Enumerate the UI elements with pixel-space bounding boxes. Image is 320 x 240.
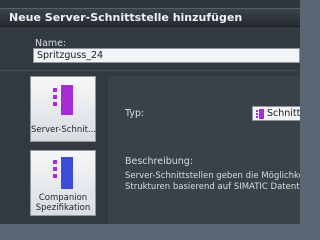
server-interface-label: Server-Schnit...	[31, 125, 97, 135]
divider	[0, 70, 300, 71]
details-pane: Typ: Schnittstelle Beschreibung: Server-…	[108, 76, 300, 224]
type-label: Typ:	[125, 108, 145, 119]
server-interface-option[interactable]: Server-Schnit...	[30, 76, 96, 142]
description-text: Server-Schnittstellen geben die Möglichk…	[125, 171, 300, 193]
description-line: Server-Schnittstellen geben die Möglichk…	[125, 171, 300, 181]
interface-type-list: Server-Schnit... Companion Spezifikation	[26, 76, 104, 224]
companion-specification-label: Companion Spezifikation	[35, 193, 91, 213]
dialog-body: Name: Spritzguss_24 Server-Schnit... Com…	[0, 27, 300, 224]
interface-type-icon	[256, 109, 264, 120]
add-server-interface-dialog: Neue Server-Schnittstelle hinzufügen Nam…	[0, 0, 300, 224]
companion-specification-option[interactable]: Companion Spezifikation	[30, 150, 96, 216]
dialog-title: Neue Server-Schnittstelle hinzufügen	[0, 8, 300, 27]
server-interface-icon	[53, 85, 75, 119]
description-label: Beschreibung:	[125, 156, 194, 167]
companion-specification-icon	[53, 157, 75, 193]
type-select[interactable]: Schnittstelle	[252, 106, 300, 121]
description-line: Strukturen basierend auf SIMATIC Datenty…	[125, 182, 300, 192]
type-select-value: Schnittstelle	[267, 108, 300, 119]
name-input[interactable]: Spritzguss_24	[33, 48, 300, 63]
